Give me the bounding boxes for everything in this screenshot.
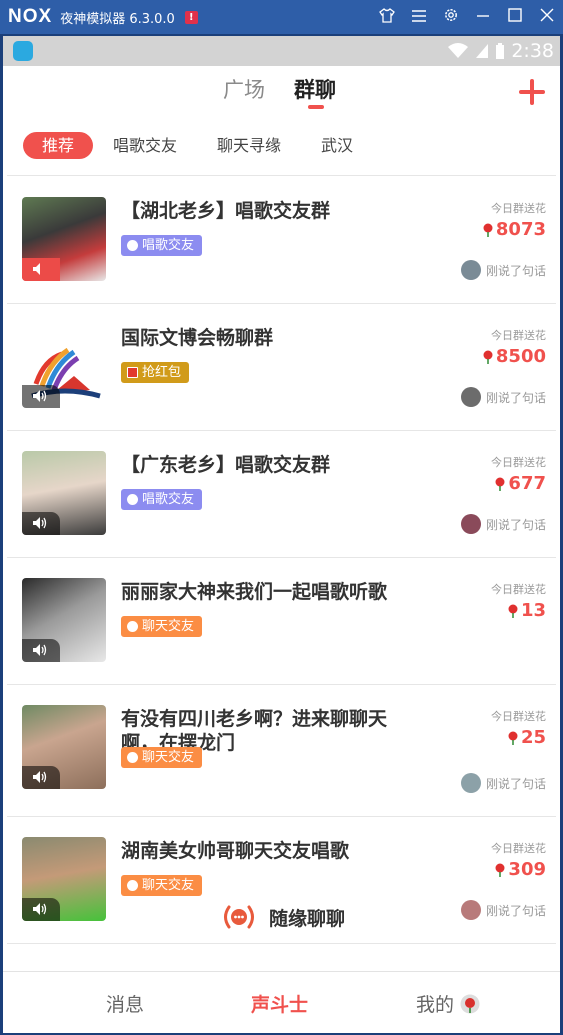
tab-group-chat[interactable]: 群聊: [294, 74, 336, 104]
list-item[interactable]: 丽丽家大神来我们一起唱歌听歌 聊天交友 今日群送花 13: [7, 558, 556, 685]
broadcast-icon: [223, 905, 254, 929]
window-controls: [377, 0, 557, 34]
shirt-icon[interactable]: [377, 7, 397, 27]
group-list: 【湖北老乡】唱歌交友群 唱歌交友 今日群送花 8073 刚说了句话 国际文博会畅…: [7, 177, 556, 1007]
speaker-icon[interactable]: [22, 898, 60, 921]
flowers-count: 13: [507, 600, 546, 621]
flowers-count: 677: [494, 473, 546, 494]
group-avatar: [22, 451, 106, 535]
microphone-icon: [127, 494, 138, 505]
speaker-icon[interactable]: [22, 258, 60, 281]
top-navigation: 广场 群聊: [3, 66, 560, 116]
speaker-icon[interactable]: [22, 766, 60, 789]
gear-icon[interactable]: [441, 7, 461, 27]
rose-icon: [495, 477, 505, 491]
avatar: [460, 773, 481, 793]
emulator-title: 夜神模拟器 6.3.0.0: [60, 11, 175, 27]
flowers-count: 309: [494, 859, 546, 880]
minimize-icon[interactable]: [473, 8, 493, 26]
close-icon[interactable]: [537, 8, 557, 26]
group-tag: 聊天交友: [121, 875, 203, 896]
flowers-count: 8073: [482, 219, 546, 240]
group-avatar: [22, 578, 106, 662]
list-item[interactable]: 【湖北老乡】唱歌交友群 唱歌交友 今日群送花 8073 刚说了句话: [7, 177, 556, 304]
signal-icon: [476, 44, 489, 58]
rose-icon: [483, 350, 493, 364]
group-avatar: [22, 705, 106, 789]
list-item[interactable]: 有没有四川老乡啊？进来聊聊天啊，在摆龙门 聊天交友 今日群送花 25 刚说了句话: [7, 685, 556, 817]
group-title: 【湖北老乡】唱歌交友群: [121, 200, 331, 222]
rose-icon: [508, 731, 518, 745]
filter-recommended[interactable]: 推荐: [23, 132, 93, 159]
add-icon[interactable]: [518, 78, 546, 106]
flowers-label: 今日群送花: [491, 329, 546, 342]
group-tag: 聊天交友: [121, 747, 203, 768]
filter-chat[interactable]: 聊天寻缘: [217, 132, 281, 159]
last-speaker: 刚说了句话: [460, 514, 546, 534]
random-chat-button[interactable]: 随缘聊聊: [203, 893, 363, 941]
filter-wuhan[interactable]: 武汉: [321, 132, 353, 159]
chat-bubble-icon: [127, 880, 138, 891]
speaker-icon[interactable]: [22, 512, 60, 535]
red-envelope-icon: [127, 367, 138, 378]
rose-icon: [483, 223, 493, 237]
nox-logo: NOX: [8, 6, 53, 27]
flowers-label: 今日群送花: [491, 842, 546, 855]
wifi-icon: [448, 43, 469, 58]
flowers-count: 25: [507, 727, 546, 748]
rose-icon: [508, 604, 518, 618]
emulator-title-bar: NOX 夜神模拟器 6.3.0.0 !: [0, 0, 563, 34]
nav-fighter[interactable]: 声斗士: [251, 990, 308, 1017]
group-title: 湖南美女帅哥聊天交友唱歌: [121, 840, 350, 862]
chat-bubble-icon: [127, 752, 138, 763]
flowers-label: 今日群送花: [491, 710, 546, 723]
avatar: [460, 387, 481, 407]
menu-icon[interactable]: [409, 8, 429, 26]
avatar: [460, 514, 481, 534]
android-status-bar: 2:38: [3, 36, 560, 66]
list-item[interactable]: 【广东老乡】唱歌交友群 唱歌交友 今日群送花 677 刚说了句话: [7, 431, 556, 558]
chat-bubble-icon: [127, 621, 138, 632]
group-title: 【广东老乡】唱歌交友群: [121, 454, 331, 476]
bottom-navigation: 消息 声斗士 我的: [3, 971, 560, 1033]
avatar: [460, 260, 481, 280]
last-speaker: 刚说了句话: [460, 773, 546, 793]
clock: 2:38: [511, 40, 554, 62]
speaker-icon[interactable]: [22, 639, 60, 662]
last-speaker: 刚说了句话: [460, 387, 546, 407]
filter-singing[interactable]: 唱歌交友: [113, 132, 177, 159]
speaker-icon[interactable]: [22, 385, 60, 408]
last-speaker: 刚说了句话: [460, 260, 546, 280]
flowers-label: 今日群送花: [491, 202, 546, 215]
phone-screen: 2:38 广场 群聊 推荐 唱歌交友 聊天寻缘 武汉 【湖北老乡】唱歌交友群 唱…: [3, 36, 560, 1033]
nav-mine[interactable]: 我的: [416, 990, 480, 1017]
flowers-label: 今日群送花: [491, 583, 546, 596]
group-tag: 唱歌交友: [121, 235, 203, 256]
group-tag: 聊天交友: [121, 616, 203, 637]
rose-icon: [495, 863, 505, 877]
last-speaker: 刚说了句话: [460, 900, 546, 920]
group-avatar: [22, 837, 106, 921]
filter-bar: 推荐 唱歌交友 聊天寻缘 武汉: [7, 116, 556, 176]
battery-icon: [496, 42, 505, 59]
flowers-count: 8500: [482, 346, 546, 367]
avatar: [460, 900, 481, 920]
group-avatar: [22, 197, 106, 281]
flowers-label: 今日群送花: [491, 456, 546, 469]
group-tag: 唱歌交友: [121, 489, 203, 510]
app-notification-icon: [13, 41, 33, 61]
group-title: 国际文博会畅聊群: [121, 327, 274, 349]
nav-messages[interactable]: 消息: [106, 990, 144, 1017]
group-tag: 抢红包: [121, 362, 190, 383]
random-chat-label: 随缘聊聊: [268, 907, 345, 930]
active-tab-indicator: [308, 105, 324, 109]
tab-plaza[interactable]: 广场: [223, 74, 265, 104]
microphone-icon: [127, 240, 138, 251]
list-item[interactable]: 国际文博会畅聊群 抢红包 今日群送花 8500 刚说了句话: [7, 304, 556, 431]
alert-badge[interactable]: !: [184, 10, 198, 24]
maximize-icon[interactable]: [505, 8, 525, 26]
group-avatar: [22, 324, 106, 408]
group-title: 丽丽家大神来我们一起唱歌听歌: [121, 581, 388, 603]
rose-avatar-icon: [460, 994, 480, 1013]
